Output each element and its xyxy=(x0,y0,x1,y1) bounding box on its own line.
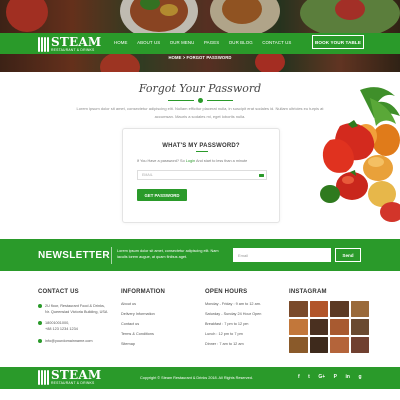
google-plus-icon[interactable]: G+ xyxy=(318,375,325,380)
nav-item-about[interactable]: ABOUT US xyxy=(137,40,160,45)
instagram-photo[interactable] xyxy=(309,337,328,353)
contact-email[interactable]: info@yourdomainname.com xyxy=(45,339,93,343)
hours-line-dinner: Dinner : 7 am to 12 am xyxy=(205,342,244,346)
title-divider-left xyxy=(168,100,194,101)
fork-knife-icon xyxy=(38,36,49,52)
nav-item-pages[interactable]: PAGES xyxy=(204,40,219,45)
page-intro: Lorem ipsum dolor sit amet, consectetur … xyxy=(76,106,324,119)
forgot-password-card: WHAT'S MY PASSWORD? If You Have a passwo… xyxy=(122,128,280,223)
newsletter-text: Lorem ipsum dolor sit amet, consectetur … xyxy=(117,249,219,259)
contact-phone1: 18001001000, xyxy=(45,321,70,325)
brand-tagline: RESTAURANT & DRINKS xyxy=(51,47,95,52)
pinterest-icon[interactable]: P xyxy=(334,375,337,380)
form-title-underline xyxy=(196,151,208,152)
form-title: WHAT'S MY PASSWORD? xyxy=(162,143,240,149)
facebook-icon[interactable]: f xyxy=(298,375,300,380)
footer-logo[interactable]: STEAM RESTAURANT & DRINKS xyxy=(38,369,101,385)
instagram-heading: INSTAGRAM xyxy=(289,289,327,295)
contact-heading: CONTACT US xyxy=(38,289,79,295)
instagram-photo[interactable] xyxy=(330,337,349,353)
nav-item-home[interactable]: HOME xyxy=(114,40,128,45)
newsletter-divider xyxy=(111,247,112,264)
fork-knife-icon xyxy=(38,369,49,385)
nav-item-blog[interactable]: OUR BLOG xyxy=(229,40,253,45)
book-table-button[interactable]: BOOK YOUR TABLE xyxy=(312,35,364,49)
envelope-icon xyxy=(259,174,264,177)
phone-icon xyxy=(38,321,42,325)
info-link-sitemap[interactable]: Sitemap xyxy=(121,342,135,346)
email-icon xyxy=(38,339,42,343)
hours-line-lunch: Lunch : 12 pm to 7 pm xyxy=(205,332,243,336)
google-icon[interactable]: g xyxy=(358,375,361,380)
form-hint-prefix: If You Have a password? So xyxy=(137,159,185,163)
title-divider-dot xyxy=(198,98,203,103)
info-link-contact[interactable]: Contact us xyxy=(121,322,139,326)
contact-address-line1: 2U floor, Restaurant Food & Drinks, xyxy=(45,304,105,308)
instagram-photo[interactable] xyxy=(289,319,308,335)
instagram-photo[interactable] xyxy=(289,301,308,317)
hours-line-weekday: Monday - Friday : 9 am to 12 am. xyxy=(205,302,261,306)
form-hint: If You Have a password? So Login And sta… xyxy=(137,159,247,163)
title-divider-right xyxy=(207,100,233,101)
newsletter-email-input[interactable]: Email xyxy=(233,248,331,262)
vegetables-image xyxy=(320,87,400,222)
copyright-text: Copyright © Steam Restaurant & Drinks 20… xyxy=(140,376,253,380)
instagram-photo[interactable] xyxy=(330,319,349,335)
contact-address-line2: Nr. Queenslad Victoria Building, USA xyxy=(45,310,108,314)
footer-brand-name: STEAM xyxy=(51,368,102,382)
main-nav: HOME ABOUT US OUR MENU PAGES OUR BLOG CO… xyxy=(114,40,301,45)
newsletter-send-button[interactable]: Send xyxy=(335,248,361,262)
brand-logo[interactable]: STEAM RESTAURANT & DRINKS xyxy=(38,35,101,53)
page-bottom-margin xyxy=(0,389,400,400)
instagram-photo[interactable] xyxy=(350,319,369,335)
newsletter-title: NEWSLETTER xyxy=(38,250,110,261)
hours-line-weekend: Saturday - Sunday 24 Hour Open xyxy=(205,312,262,316)
get-password-button[interactable]: GET PASSWORD xyxy=(137,189,187,201)
info-link-terms[interactable]: Terms & Conditions xyxy=(121,332,154,336)
hours-line-breakfast: Breakfast : 7 pm to 12 pm xyxy=(205,322,249,326)
instagram-grid xyxy=(289,301,369,353)
instagram-photo[interactable] xyxy=(309,301,328,317)
information-heading: INFORMATION xyxy=(121,289,166,295)
nav-item-menu[interactable]: OUR MENU xyxy=(170,40,195,45)
hours-heading: OPEN HOURS xyxy=(205,289,248,295)
info-link-delivery[interactable]: Delivery Information xyxy=(121,312,155,316)
form-hint-suffix: And start to less than a minute xyxy=(195,159,248,163)
nav-item-contact[interactable]: CONTACT US xyxy=(262,40,291,45)
login-link[interactable]: Login xyxy=(186,159,195,163)
info-link-about[interactable]: About us xyxy=(121,302,136,306)
instagram-photo[interactable] xyxy=(289,337,308,353)
location-icon xyxy=(38,304,42,308)
instagram-photo[interactable] xyxy=(330,301,349,317)
contact-phone2: +88 123 1234 1234 xyxy=(45,327,78,331)
brand-name: STEAM xyxy=(51,34,102,49)
breadcrumb: HOME > FORGOT PASSWORD xyxy=(168,55,232,60)
instagram-photo[interactable] xyxy=(350,301,369,317)
linkedin-icon[interactable]: in xyxy=(346,375,350,380)
instagram-photo[interactable] xyxy=(309,319,328,335)
social-links: f t G+ P in g xyxy=(298,375,362,380)
twitter-icon[interactable]: t xyxy=(308,375,310,380)
instagram-photo[interactable] xyxy=(350,337,369,353)
footer-brand-tagline: RESTAURANT & DRINKS xyxy=(51,381,95,385)
email-input[interactable]: EMAIL xyxy=(137,170,267,180)
